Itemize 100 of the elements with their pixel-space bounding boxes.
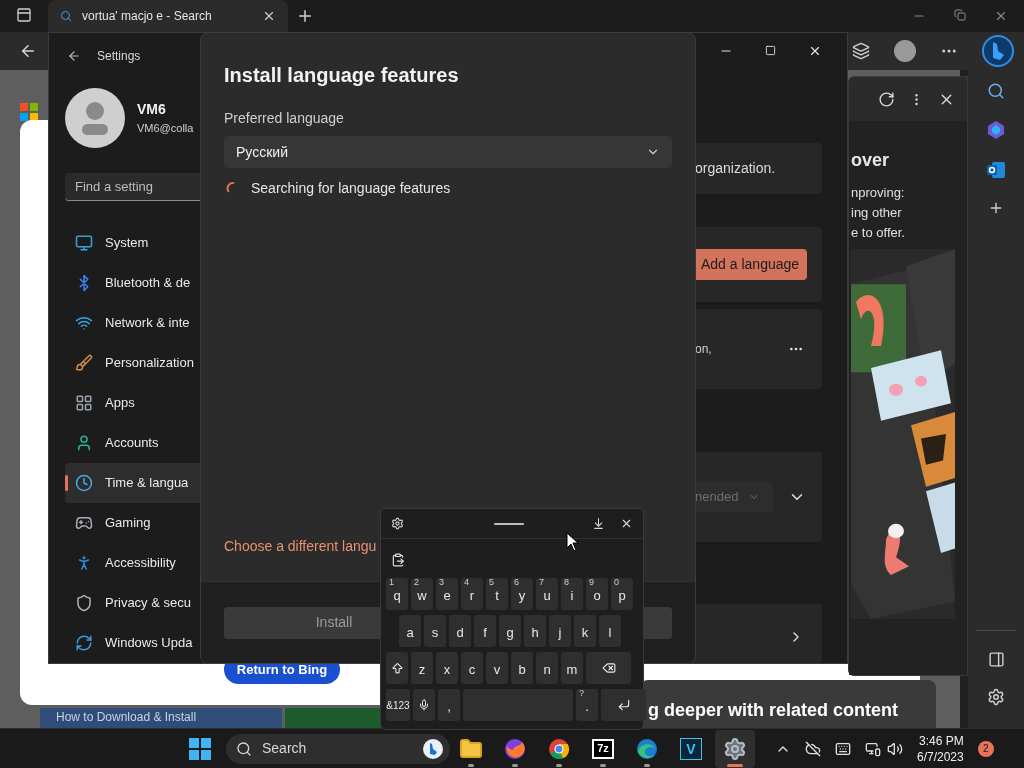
volume-icon[interactable]	[887, 740, 903, 757]
keyboard-icon[interactable]	[835, 740, 851, 757]
nav-label: Bluetooth & de	[105, 274, 191, 293]
clock-date: 6/7/2023	[917, 748, 964, 765]
collections-icon[interactable]	[852, 42, 870, 60]
key[interactable]: d	[449, 615, 471, 647]
restore-icon[interactable]	[954, 9, 966, 21]
key-hint: 4	[464, 578, 469, 587]
add-language-button[interactable]: Add a language	[693, 248, 808, 280]
search-icon[interactable]	[987, 82, 1005, 100]
key[interactable]: h	[524, 615, 546, 647]
key[interactable]: g	[499, 615, 521, 647]
key[interactable]: v	[486, 652, 508, 684]
back-icon[interactable]	[19, 42, 37, 60]
key-hint: 0	[614, 578, 619, 587]
key[interactable]: z	[411, 652, 433, 684]
tab-actions-icon[interactable]	[16, 7, 32, 23]
network-icon[interactable]	[865, 740, 881, 757]
nav-label: System	[105, 234, 149, 253]
key[interactable]: 6 y	[511, 578, 533, 610]
close-icon[interactable]	[620, 517, 633, 530]
key[interactable]: 3 e	[436, 578, 458, 610]
profile-avatar[interactable]	[894, 40, 916, 62]
maximize-icon[interactable]	[765, 45, 776, 56]
tab-title: vortua' macjo e - Search	[82, 8, 213, 25]
dialog-title: Install language features	[224, 63, 460, 88]
mail-app-icon[interactable]	[986, 160, 1006, 180]
key[interactable]: a	[399, 615, 421, 647]
nav-label: Personalization	[105, 354, 194, 373]
pointer-icon	[566, 532, 580, 552]
key[interactable]: 9 o	[586, 578, 608, 610]
key[interactable]: 4 r	[461, 578, 483, 610]
key[interactable]: k	[574, 615, 596, 647]
nav-label: Accounts	[105, 434, 159, 453]
folder-icon	[459, 736, 483, 761]
key[interactable]: ,	[438, 689, 460, 721]
copilot-logo-icon[interactable]	[982, 35, 1014, 67]
avatar	[65, 87, 125, 148]
key-hint: 2	[414, 578, 419, 587]
settings-icon[interactable]	[987, 688, 1005, 706]
brush-icon	[75, 354, 93, 372]
nav-label: Time & langua	[105, 474, 189, 493]
taskbar-app[interactable]: V	[671, 729, 711, 768]
section-heading: g deeper with related content	[648, 699, 899, 722]
add-icon[interactable]	[988, 200, 1004, 216]
clipboard-icon[interactable]	[391, 553, 405, 567]
language-select[interactable]: Русский	[224, 136, 672, 168]
selection-indicator	[65, 475, 68, 491]
panel-text: ing other	[851, 204, 903, 222]
key[interactable]: x	[436, 652, 458, 684]
enter-key[interactable]	[601, 689, 646, 721]
taskbar-app[interactable]: 7z	[583, 729, 623, 768]
refresh-icon[interactable]	[878, 90, 895, 108]
cloud-icon[interactable]	[805, 740, 821, 757]
shift-key[interactable]	[386, 652, 408, 684]
key[interactable]: l	[599, 615, 621, 647]
microphone-icon	[418, 699, 430, 711]
key[interactable]: 8 i	[561, 578, 583, 610]
sidebar-toggle-icon[interactable]	[987, 651, 1005, 668]
key[interactable]: n	[536, 652, 558, 684]
key[interactable]: 0 p	[611, 578, 633, 610]
enter-icon	[616, 698, 631, 712]
mode-key[interactable]: &123	[386, 689, 410, 721]
key[interactable]: 1 q	[386, 578, 408, 610]
app-tile-icon: 7z	[592, 738, 614, 759]
key[interactable]: 7 u	[536, 578, 558, 610]
microphone-key[interactable]	[413, 689, 435, 721]
start-icon[interactable]	[189, 737, 211, 760]
key[interactable]: b	[511, 652, 533, 684]
key[interactable]: s	[424, 615, 446, 647]
clock-time: 3:46 PM	[919, 732, 964, 749]
key[interactable]: m	[561, 652, 583, 684]
key[interactable]: 2 w	[411, 578, 433, 610]
drag-handle[interactable]	[494, 522, 524, 525]
key-hint: 7	[539, 578, 544, 587]
nav-label: Accessibility	[105, 554, 176, 573]
app-tile-icon: V	[680, 737, 702, 760]
key[interactable]: ? .	[576, 689, 598, 721]
backspace-icon	[601, 661, 616, 675]
shield-icon	[75, 594, 93, 612]
dock-icon[interactable]	[592, 517, 605, 530]
key-hint: ?	[579, 689, 584, 698]
settings-icon[interactable]	[391, 517, 404, 530]
notification-badge[interactable]: 2	[977, 740, 994, 757]
taskbar-search[interactable]: Search	[226, 733, 450, 764]
window-title: Settings	[97, 48, 141, 66]
backspace-key[interactable]	[586, 652, 631, 684]
key[interactable]: c	[461, 652, 483, 684]
key[interactable]: j	[549, 615, 571, 647]
new-tab-icon[interactable]	[296, 7, 314, 25]
monitor-icon	[75, 234, 93, 252]
taskbar-app[interactable]	[715, 729, 755, 768]
browser-tab[interactable]: vortua' macjo e - Search	[48, 0, 288, 32]
key[interactable]: f	[474, 615, 496, 647]
key[interactable]: 5 t	[486, 578, 508, 610]
panel-text: nproving:	[851, 184, 906, 202]
browser-icon	[548, 737, 570, 760]
key-hint: 9	[589, 578, 594, 587]
close-icon[interactable]	[262, 9, 276, 23]
copilot-icon[interactable]	[986, 120, 1006, 140]
